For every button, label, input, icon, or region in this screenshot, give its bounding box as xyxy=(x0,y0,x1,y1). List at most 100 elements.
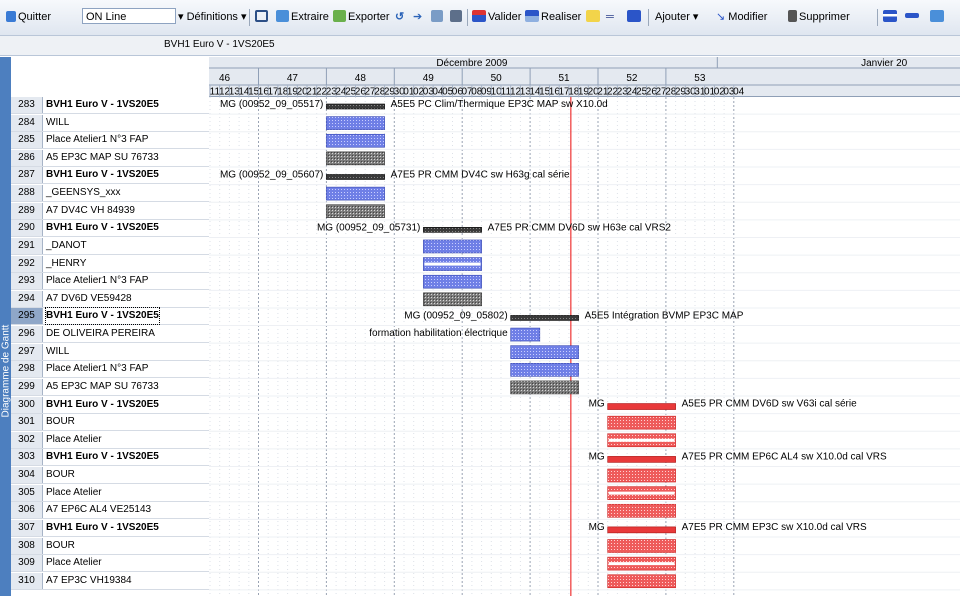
refresh-button[interactable]: ↺ xyxy=(395,9,404,25)
table-row[interactable]: 300 BVH1 Euro V - 1VS20E5 xyxy=(11,396,209,414)
row-number: 290 xyxy=(11,220,43,237)
align-button[interactable] xyxy=(883,9,899,25)
task-bar[interactable] xyxy=(510,345,579,359)
task-bar[interactable] xyxy=(510,315,579,321)
table-row[interactable]: 296 DE OLIVEIRA PEREIRA xyxy=(11,326,209,344)
table-row[interactable]: 293 Place Atelier1 N°3 FAP xyxy=(11,273,209,291)
task-title-label: A7E5 PR CMM EP6C AL4 sw X10.0d cal VRS xyxy=(682,451,887,462)
task-bar[interactable] xyxy=(326,103,385,110)
modify-button[interactable]: ↘ Modifier xyxy=(716,9,767,25)
realize-button[interactable]: Realiser xyxy=(525,9,581,25)
quit-button[interactable]: Quitter xyxy=(6,9,51,25)
task-bar[interactable] xyxy=(607,433,676,448)
task-bar[interactable] xyxy=(423,292,482,307)
definitions-menu[interactable]: ▾ Définitions ▾ xyxy=(178,9,247,25)
row-label: BVH1 Euro V - 1VS20E5 xyxy=(46,521,159,533)
table-row[interactable]: 304 BOUR xyxy=(11,467,209,485)
tree-button[interactable] xyxy=(930,9,946,25)
table-row[interactable]: 310 A7 EP3C VH19384 xyxy=(11,572,209,590)
row-number: 285 xyxy=(11,132,43,149)
toolbar-separator xyxy=(249,9,250,26)
task-bar[interactable] xyxy=(607,556,676,571)
link-button[interactable] xyxy=(431,9,445,25)
table-row[interactable]: 286 A5 EP3C MAP SU 76733 xyxy=(11,149,209,167)
refresh-icon: ↺ xyxy=(395,11,405,23)
task-bar[interactable] xyxy=(423,257,482,271)
table-row[interactable]: 309 Place Atelier xyxy=(11,555,209,573)
task-bar[interactable] xyxy=(607,468,676,483)
month-label: Janvier 20 xyxy=(861,58,908,69)
task-bar[interactable] xyxy=(423,227,482,233)
task-bar[interactable] xyxy=(326,174,385,180)
task-bar[interactable] xyxy=(607,574,676,589)
table-row[interactable]: 284 WILL xyxy=(11,114,209,132)
gantt-side-tab[interactable]: Diagramme de Gantt xyxy=(0,57,12,596)
status-select[interactable]: ON Line xyxy=(82,8,176,24)
table-row[interactable]: 291 _DANOT xyxy=(11,237,209,255)
row-number: 284 xyxy=(11,114,43,131)
table-row[interactable]: 302 Place Atelier xyxy=(11,431,209,449)
row-label: Place Atelier1 N°3 FAP xyxy=(46,134,149,146)
table-row[interactable]: 287 BVH1 Euro V - 1VS20E5 xyxy=(11,167,209,185)
task-bar[interactable] xyxy=(607,403,676,410)
task-bar[interactable] xyxy=(423,274,482,289)
minus-button[interactable] xyxy=(905,9,921,25)
validate-button[interactable]: Valider xyxy=(472,9,521,25)
task-bar[interactable] xyxy=(607,539,676,553)
task-bar[interactable] xyxy=(607,503,676,518)
note-button[interactable] xyxy=(586,9,602,25)
minus-icon xyxy=(905,13,919,18)
table-row[interactable]: 292 _HENRY xyxy=(11,255,209,273)
task-bar[interactable] xyxy=(607,456,676,463)
table-row[interactable]: 290 BVH1 Euro V - 1VS20E5 xyxy=(11,220,209,238)
table-row[interactable]: 305 Place Atelier xyxy=(11,484,209,502)
task-bar[interactable] xyxy=(326,133,385,148)
task-bar[interactable] xyxy=(607,486,676,500)
task-bar[interactable] xyxy=(326,186,385,201)
window-button[interactable] xyxy=(255,9,270,25)
task-bar[interactable] xyxy=(510,362,579,377)
task-title-label: A5E5 PC Clim/Thermique EP3C MAP sw X10.0… xyxy=(391,99,608,110)
table-row[interactable]: 307 BVH1 Euro V - 1VS20E5 xyxy=(11,519,209,537)
table-row[interactable]: 308 BOUR xyxy=(11,537,209,555)
row-number: 300 xyxy=(11,396,43,413)
task-bar[interactable] xyxy=(326,116,385,130)
task-bar[interactable] xyxy=(326,204,385,219)
task-bar[interactable] xyxy=(607,415,676,430)
row-number: 283 xyxy=(11,97,43,113)
table-row[interactable]: 295 BVH1 Euro V - 1VS20E5 xyxy=(11,307,209,326)
task-bar[interactable] xyxy=(510,380,579,395)
gantt-side-tab-label: Diagramme de Gantt xyxy=(0,324,12,418)
delete-button[interactable]: Supprimer xyxy=(788,9,850,25)
table-row[interactable]: 289 A7 DV4C VH 84939 xyxy=(11,202,209,220)
add-menu[interactable]: Ajouter ▾ xyxy=(655,9,698,25)
row-number: 309 xyxy=(11,555,43,572)
table-row[interactable]: 283 BVH1 Euro V - 1VS20E5 xyxy=(11,97,209,114)
print-button[interactable] xyxy=(450,9,464,25)
table-row[interactable]: 299 A5 EP3C MAP SU 76733 xyxy=(11,378,209,396)
task-bar[interactable] xyxy=(326,151,385,166)
export-label: Exporter xyxy=(348,11,390,23)
table-row[interactable]: 306 A7 EP6C AL4 VE25143 xyxy=(11,502,209,520)
table-row[interactable]: 297 WILL xyxy=(11,343,209,361)
task-bar[interactable] xyxy=(607,526,676,534)
table-row[interactable]: 285 Place Atelier1 N°3 FAP xyxy=(11,132,209,150)
row-label: Place Atelier xyxy=(46,433,102,445)
table-row[interactable]: 288 _GEENSYS_xxx xyxy=(11,185,209,203)
equal-button[interactable]: ═ xyxy=(606,9,614,25)
table-row[interactable]: 294 A7 DV6D VE59428 xyxy=(11,290,209,308)
toolbar: Quitter ON Line ▾ Définitions ▾ Extraire… xyxy=(0,0,960,36)
table-row[interactable]: 303 BVH1 Euro V - 1VS20E5 xyxy=(11,449,209,467)
task-bar[interactable] xyxy=(510,327,541,342)
row-number: 291 xyxy=(11,237,43,254)
extract-button[interactable]: Extraire xyxy=(276,9,329,25)
row-number: 299 xyxy=(11,378,43,395)
forward-button[interactable]: ➔ xyxy=(413,9,422,25)
row-label: BVH1 Euro V - 1VS20E5 xyxy=(46,451,159,463)
word-button[interactable] xyxy=(627,9,643,25)
arrow-right-icon: ➔ xyxy=(413,11,423,23)
task-bar[interactable] xyxy=(423,239,482,254)
table-row[interactable]: 298 Place Atelier1 N°3 FAP xyxy=(11,361,209,379)
export-button[interactable]: Exporter xyxy=(333,9,390,25)
table-row[interactable]: 301 BOUR xyxy=(11,414,209,432)
